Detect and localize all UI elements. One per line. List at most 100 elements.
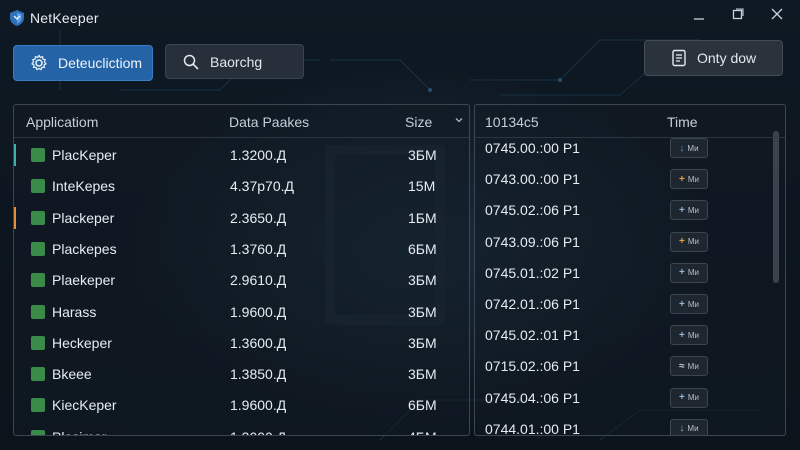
app-logo-icon: [10, 10, 24, 26]
time-value: 0743.09.:06 P1: [485, 233, 580, 250]
minimize-button[interactable]: [686, 3, 712, 25]
app-checkbox[interactable]: [31, 210, 45, 225]
app-name: PlacKeper: [52, 147, 117, 163]
table-row[interactable]: Plasimar 1.3000.Д 4БM: [14, 422, 469, 435]
app-checkbox[interactable]: [31, 367, 45, 382]
header-divider: [14, 137, 469, 138]
timeline-row[interactable]: 0745.02.:01 P1 + Mи: [475, 320, 785, 350]
timeline-row[interactable]: 0745.00.:00 P1 ↓ Mи: [475, 133, 785, 163]
time-value: 0742.01.:06 P1: [485, 296, 580, 312]
time-value: 0745.00.:00 P1: [485, 140, 580, 156]
badge-label: Mи: [687, 361, 699, 371]
status-badge[interactable]: ↓ Mи: [670, 418, 708, 435]
column-header-size[interactable]: Size: [405, 114, 432, 130]
direction-arrow-icon: ↓: [679, 142, 685, 154]
status-badge[interactable]: + Mи: [670, 325, 708, 346]
status-badge[interactable]: + Mи: [670, 200, 708, 221]
data-packets-value: 1.9600.Д: [230, 397, 287, 414]
time-value: 0745.02.:01 P1: [485, 327, 580, 344]
app-name: Plaekeper: [52, 272, 116, 289]
app-checkbox[interactable]: [31, 398, 45, 413]
maximize-icon: [732, 8, 744, 20]
status-badge[interactable]: ≈ Mи: [670, 356, 708, 377]
direction-arrow-icon: +: [679, 204, 685, 216]
only-download-button-label: Onty dow: [697, 50, 757, 66]
status-badge[interactable]: + Mи: [670, 294, 708, 314]
detection-button[interactable]: Deteuclictiom: [13, 45, 153, 81]
size-value: 4БM: [408, 429, 437, 435]
column-header-application[interactable]: Applicatiom: [26, 114, 98, 130]
time-value: 0744.01.:00 P1: [485, 420, 580, 436]
timeline-row[interactable]: 0745.02.:06 P1 + Mи: [475, 195, 785, 225]
table-row[interactable]: KiecKeper 1.9600.Д 6БM: [14, 390, 469, 420]
row-accent: [14, 144, 16, 166]
data-packets-value: 2.3650.Д: [230, 209, 287, 226]
app-checkbox[interactable]: [31, 179, 45, 194]
table-row[interactable]: Plackeper 2.3650.Д 1БM: [14, 203, 469, 233]
data-packets-value: 1.3850.Д: [230, 366, 287, 383]
timeline-row[interactable]: 0743.09.:06 P1 + Mи: [475, 227, 785, 257]
table-row[interactable]: Bkeee 1.3850.Д 3БM: [14, 359, 469, 389]
app-checkbox[interactable]: [31, 273, 45, 288]
data-packets-value: 1.9600.Д: [230, 303, 287, 320]
table-row[interactable]: InteKepes 4.37р70.Д 15M: [14, 171, 469, 201]
badge-label: Mи: [687, 330, 699, 340]
direction-arrow-icon: +: [679, 267, 685, 279]
app-name: Plackepes: [52, 240, 117, 257]
table-row[interactable]: PlacKeper 1.3200.Д 3БM: [14, 140, 469, 170]
timeline-row[interactable]: 0715.02.:06 P1 ≈ Mи: [475, 351, 785, 381]
app-name: InteKepes: [52, 178, 116, 195]
timeline-row[interactable]: 0743.00.:00 P1 + Mи: [475, 164, 785, 194]
status-badge[interactable]: + Mи: [670, 169, 708, 190]
app-checkbox[interactable]: [31, 429, 45, 435]
row-accent: [14, 206, 16, 229]
table-row[interactable]: Heckeper 1.3600.Д 3БM: [14, 328, 469, 358]
table-row[interactable]: Plackepes 1.3760.Д 6БM: [14, 234, 469, 264]
status-badge[interactable]: + Mи: [670, 387, 708, 408]
column-header-data-packets[interactable]: Data Paakes: [229, 114, 309, 130]
timeline-row[interactable]: 0745.04.:06 P1 + Mи: [475, 383, 785, 413]
scrollbar[interactable]: [773, 131, 779, 283]
app-name: Plasimar: [52, 429, 106, 435]
direction-arrow-icon: +: [679, 329, 685, 341]
timeline-row[interactable]: 0745.01.:02 P1 + Mи: [475, 258, 785, 288]
app-checkbox[interactable]: [31, 241, 45, 256]
app-checkbox[interactable]: [31, 148, 45, 162]
badge-label: Mи: [687, 205, 699, 215]
direction-arrow-icon: +: [679, 298, 685, 310]
size-value: 3БM: [408, 366, 437, 383]
time-value: 0745.02.:06 P1: [485, 202, 580, 219]
direction-arrow-icon: ↓: [679, 423, 685, 435]
size-value: 3БM: [408, 334, 437, 351]
direction-arrow-icon: +: [679, 236, 685, 248]
column-header-id[interactable]: 10134с5: [485, 114, 539, 130]
search-button[interactable]: Baorchg: [165, 44, 304, 79]
data-packets-value: 2.9610.Д: [230, 272, 287, 289]
data-packets-value: 1.3600.Д: [230, 334, 287, 351]
title-bar: NetKeeper: [0, 0, 800, 36]
column-header-time[interactable]: Time: [667, 114, 698, 130]
direction-arrow-icon: +: [679, 392, 685, 404]
table-row[interactable]: Plaekeper 2.9610.Д 3БM: [14, 265, 469, 295]
app-name: Bkeee: [52, 366, 92, 383]
direction-arrow-icon: +: [679, 173, 685, 185]
status-badge[interactable]: + Mи: [670, 262, 708, 283]
size-value: 3БM: [408, 303, 437, 320]
window-title: NetKeeper: [30, 10, 99, 26]
app-checkbox[interactable]: [31, 304, 45, 319]
status-badge[interactable]: + Mи: [670, 231, 708, 252]
timeline-row[interactable]: 0744.01.:00 P1 ↓ Mи: [475, 414, 785, 436]
table-header: Applicatiom Data Paakes Size: [14, 105, 469, 137]
badge-label: Mи: [687, 143, 699, 153]
chevron-down-icon[interactable]: [454, 115, 464, 125]
size-value: 3БM: [408, 147, 437, 163]
status-badge[interactable]: ↓ Mи: [670, 138, 708, 158]
table-row[interactable]: Harass 1.9600.Д 3БM: [14, 297, 469, 327]
app-checkbox[interactable]: [31, 335, 45, 350]
maximize-button[interactable]: [725, 3, 751, 25]
close-button[interactable]: [764, 3, 790, 25]
badge-label: Mи: [687, 237, 699, 247]
data-packets-value: 1.3760.Д: [230, 240, 287, 257]
timeline-row[interactable]: 0742.01.:06 P1 + Mи: [475, 289, 785, 319]
only-download-button[interactable]: Onty dow: [644, 40, 783, 76]
